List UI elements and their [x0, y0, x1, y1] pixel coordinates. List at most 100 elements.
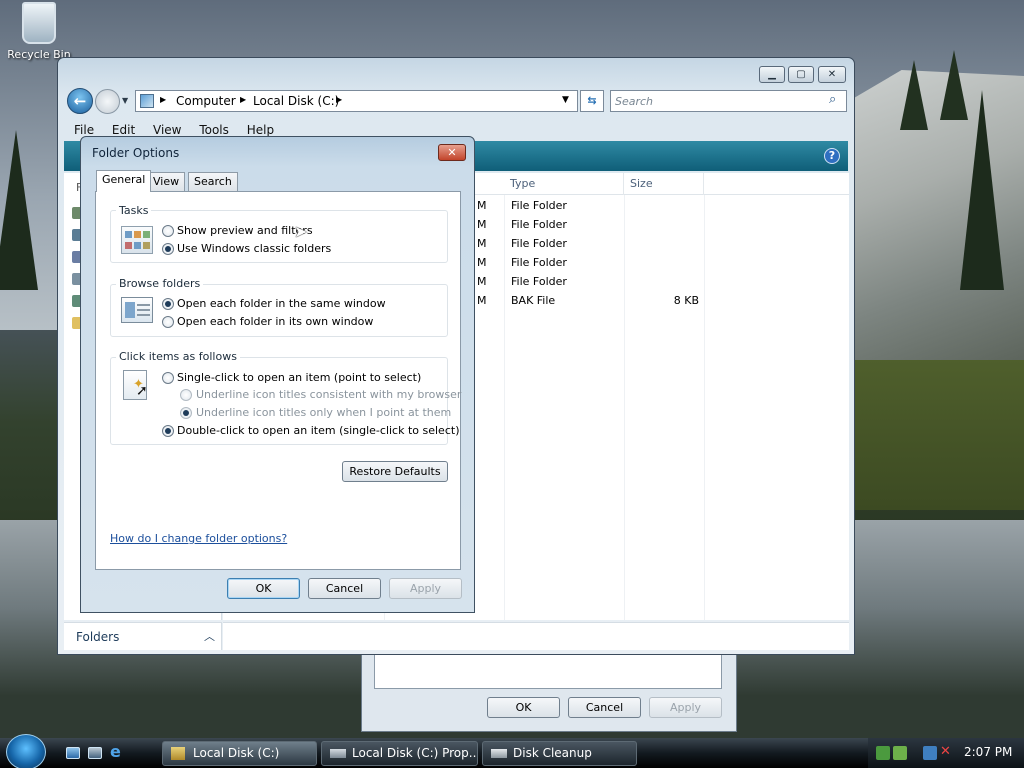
breadcrumb-separator-icon: ▶: [160, 95, 167, 104]
tasks-group-label: Tasks: [116, 204, 152, 217]
classic-folders-radio[interactable]: [162, 243, 174, 255]
column-header-size[interactable]: Size: [624, 173, 704, 195]
dialog-close-button[interactable]: ✕: [438, 144, 466, 161]
back-arrow-icon[interactable]: ←: [67, 88, 93, 114]
desktop-tree: [940, 50, 968, 120]
drive-icon: [330, 749, 346, 758]
show-preview-radio[interactable]: [162, 225, 174, 237]
general-tab-panel: Tasks Show preview and filters Use Windo…: [95, 191, 461, 570]
disk-cleanup-icon: [491, 749, 507, 758]
column-divider: [704, 195, 705, 620]
show-desktop-icon[interactable]: [66, 747, 80, 759]
tab-general[interactable]: General: [96, 170, 152, 192]
desktop-tree: [0, 130, 38, 290]
breadcrumb-local-disk[interactable]: Local Disk (C:): [253, 94, 339, 108]
start-button-icon[interactable]: [6, 734, 46, 768]
address-dropdown-icon[interactable]: ▼: [562, 95, 569, 105]
switch-windows-icon[interactable]: [88, 747, 102, 759]
folders-label: Folders: [76, 630, 120, 644]
maximize-button[interactable]: ▢: [788, 66, 814, 83]
ok-button[interactable]: OK: [227, 578, 300, 599]
mouse-pointer-icon: ➤: [294, 222, 308, 241]
desktop-tree: [900, 60, 928, 130]
forward-arrow-icon[interactable]: [95, 89, 120, 114]
click-items-group-label: Click items as follows: [116, 350, 240, 363]
search-box[interactable]: Search ⌕: [610, 90, 847, 112]
file-row-type: File Folder: [511, 275, 567, 288]
close-button[interactable]: ✕: [818, 66, 846, 83]
browse-folders-icon: [121, 297, 153, 323]
properties-content-area: [374, 653, 722, 689]
file-row-date-tail: M: [477, 218, 487, 231]
same-window-radio[interactable]: [162, 298, 174, 310]
help-icon[interactable]: ?: [824, 148, 840, 164]
browse-folders-group-label: Browse folders: [116, 277, 204, 290]
apply-button: Apply: [389, 578, 462, 599]
tab-search[interactable]: Search: [188, 172, 238, 192]
taskbar: e Local Disk (C:) Local Disk (C:) Prop..…: [0, 738, 1024, 768]
help-link[interactable]: How do I change folder options?: [110, 532, 287, 545]
file-row-type: File Folder: [511, 237, 567, 250]
breadcrumb-computer[interactable]: Computer: [176, 94, 236, 108]
minimize-button[interactable]: ▁: [759, 66, 785, 83]
cancel-button[interactable]: Cancel: [308, 578, 381, 599]
internet-explorer-icon[interactable]: e: [110, 742, 121, 761]
underline-browser-label: Underline icon titles consistent with my…: [196, 388, 462, 401]
double-click-radio[interactable]: [162, 425, 174, 437]
file-row-type: File Folder: [511, 256, 567, 269]
show-preview-label[interactable]: Show preview and filters: [177, 224, 313, 237]
file-row-type: BAK File: [511, 294, 556, 307]
security-icon[interactable]: [893, 746, 907, 760]
own-window-label[interactable]: Open each folder in its own window: [177, 315, 373, 328]
drive-icon: [171, 747, 185, 760]
details-pane: [223, 622, 849, 650]
file-row-type: File Folder: [511, 218, 567, 231]
dialog-title: Folder Options: [92, 146, 180, 160]
same-window-label[interactable]: Open each folder in the same window: [177, 297, 386, 310]
search-icon[interactable]: ⌕: [829, 92, 836, 107]
taskbar-item-disk-cleanup[interactable]: Disk Cleanup: [482, 741, 637, 766]
tab-view[interactable]: View: [147, 172, 186, 192]
properties-cancel-button[interactable]: Cancel: [568, 697, 641, 718]
file-row-date-tail: M: [477, 199, 487, 212]
desktop-tree: [960, 90, 1004, 290]
click-items-icon: ✦ ➚: [123, 370, 148, 400]
recycle-bin-desktop-icon[interactable]: Recycle Bin: [4, 2, 74, 61]
address-bar[interactable]: ▶ Computer ▶ Local Disk (C:) ▶ ▼: [135, 90, 578, 112]
taskbar-item-label: Local Disk (C:) Prop...: [352, 746, 478, 760]
taskbar-item-local-disk[interactable]: Local Disk (C:): [162, 741, 317, 766]
taskbar-item-label: Local Disk (C:): [193, 746, 280, 760]
menu-bar: File Edit View Tools Help: [74, 123, 288, 137]
clock[interactable]: 2:07 PM: [964, 745, 1012, 759]
single-click-radio[interactable]: [162, 372, 174, 384]
network-icon[interactable]: [876, 746, 890, 760]
double-click-label[interactable]: Double-click to open an item (single-cli…: [177, 424, 459, 437]
system-tray: ✕ 2:07 PM: [868, 738, 1024, 768]
column-header-type[interactable]: Type: [504, 173, 624, 195]
own-window-radio[interactable]: [162, 316, 174, 328]
folders-toggle[interactable]: Folders ︿: [64, 622, 222, 650]
taskbar-item-properties[interactable]: Local Disk (C:) Prop...: [321, 741, 478, 766]
menu-tools[interactable]: Tools: [199, 123, 229, 137]
menu-file[interactable]: File: [74, 123, 94, 137]
properties-apply-button: Apply: [649, 697, 722, 718]
breadcrumb-separator-icon: ▶: [240, 95, 247, 104]
browse-folders-group: [110, 284, 448, 337]
display-icon[interactable]: [923, 746, 937, 760]
single-click-label[interactable]: Single-click to open an item (point to s…: [177, 371, 421, 384]
taskbar-item-label: Disk Cleanup: [513, 746, 592, 760]
properties-ok-button[interactable]: OK: [487, 697, 560, 718]
restore-defaults-button[interactable]: Restore Defaults: [342, 461, 448, 482]
classic-folders-label[interactable]: Use Windows classic folders: [177, 242, 331, 255]
menu-view[interactable]: View: [153, 123, 181, 137]
underline-point-radio: [180, 407, 192, 419]
volume-muted-icon[interactable]: ✕: [940, 744, 951, 759]
underline-browser-radio: [180, 389, 192, 401]
menu-edit[interactable]: Edit: [112, 123, 135, 137]
recent-pages-chevron-icon[interactable]: ▼: [122, 96, 128, 105]
search-placeholder: Search: [615, 95, 654, 108]
menu-help[interactable]: Help: [247, 123, 274, 137]
file-row-date-tail: M: [477, 294, 487, 307]
underline-point-label: Underline icon titles only when I point …: [196, 406, 452, 419]
refresh-icon[interactable]: ⇆: [580, 90, 604, 112]
